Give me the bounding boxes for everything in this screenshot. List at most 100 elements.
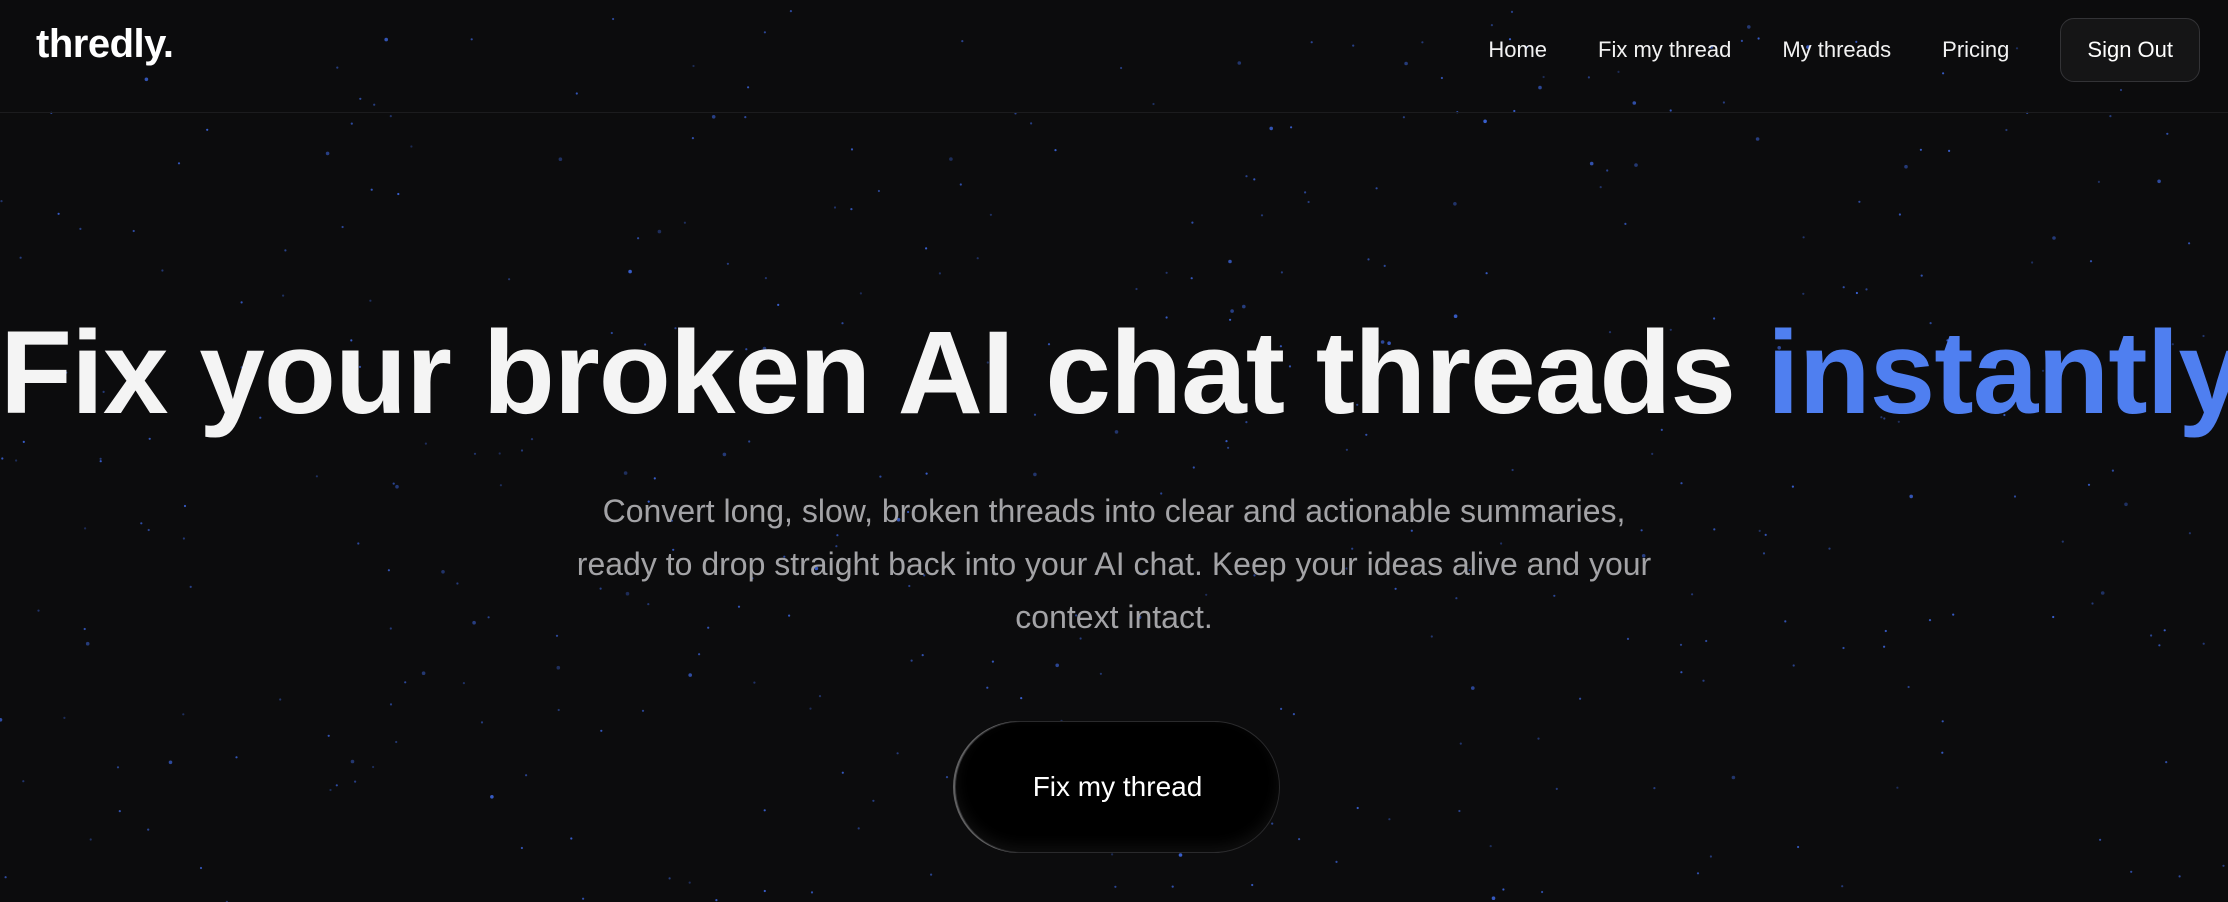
star-dot bbox=[1290, 126, 1293, 129]
star-dot bbox=[79, 227, 82, 230]
star-dot bbox=[1784, 620, 1787, 623]
star-dot bbox=[857, 827, 860, 830]
star-dot bbox=[1624, 222, 1627, 225]
star-dot bbox=[2158, 644, 2161, 647]
star-dot bbox=[441, 570, 445, 574]
star-dot bbox=[925, 247, 928, 250]
star-dot bbox=[1541, 890, 1544, 894]
star-dot bbox=[350, 759, 355, 764]
star-dot bbox=[1489, 845, 1492, 848]
star-dot bbox=[1709, 855, 1712, 858]
star-dot bbox=[653, 477, 656, 480]
nav-link-my-threads[interactable]: My threads bbox=[1782, 37, 1891, 63]
star-dot bbox=[637, 237, 640, 240]
star-dot bbox=[1280, 707, 1283, 711]
star-dot bbox=[1941, 720, 1944, 723]
star-dot bbox=[1054, 149, 1057, 152]
star-dot bbox=[2222, 864, 2225, 867]
star-dot bbox=[1855, 291, 1858, 295]
star-dot bbox=[809, 707, 812, 710]
star-dot bbox=[1269, 126, 1273, 131]
star-dot bbox=[370, 188, 373, 191]
star-dot bbox=[410, 145, 413, 148]
star-dot bbox=[1555, 787, 1558, 791]
star-dot bbox=[628, 269, 632, 274]
star-dot bbox=[1345, 448, 1348, 451]
star-dot bbox=[600, 729, 603, 732]
star-dot bbox=[1388, 818, 1391, 821]
star-dot bbox=[520, 449, 524, 452]
star-dot bbox=[161, 269, 164, 272]
star-dot bbox=[818, 695, 822, 698]
star-dot bbox=[1802, 292, 1805, 295]
star-dot bbox=[424, 442, 427, 445]
star-dot bbox=[945, 776, 949, 779]
star-dot bbox=[1896, 786, 1899, 789]
star-dot bbox=[1920, 274, 1923, 277]
sign-out-button[interactable]: Sign Out bbox=[2060, 18, 2200, 82]
star-dot bbox=[989, 213, 993, 216]
star-dot bbox=[872, 799, 875, 802]
star-dot bbox=[810, 891, 814, 894]
star-dot bbox=[0, 200, 3, 203]
nav-link-fix-my-thread[interactable]: Fix my thread bbox=[1598, 37, 1731, 63]
star-dot bbox=[1020, 697, 1023, 700]
star-dot bbox=[657, 229, 662, 234]
star-dot bbox=[1653, 787, 1656, 790]
brand-logo[interactable]: thredly. bbox=[36, 22, 174, 67]
fix-my-thread-cta-button[interactable]: Fix my thread bbox=[955, 721, 1280, 853]
star-dot bbox=[279, 698, 282, 701]
star-dot bbox=[341, 225, 344, 229]
star-dot bbox=[1260, 214, 1264, 217]
star-dot bbox=[1402, 116, 1405, 119]
star-dot bbox=[2097, 180, 2100, 183]
star-dot bbox=[1696, 872, 1700, 875]
star-dot bbox=[986, 686, 989, 689]
star-dot bbox=[1797, 845, 1800, 849]
star-dot bbox=[2091, 602, 2094, 605]
hero-subtitle: Convert long, slow, broken threads into … bbox=[576, 493, 1652, 635]
star-dot bbox=[389, 703, 393, 706]
landing-page: thredly. Home Fix my thread My threads P… bbox=[0, 0, 2228, 902]
star-dot bbox=[525, 774, 528, 777]
star-dot bbox=[1791, 485, 1794, 488]
star-dot bbox=[691, 137, 695, 140]
star-dot bbox=[395, 740, 398, 744]
star-dot bbox=[833, 206, 837, 209]
star-dot bbox=[1651, 452, 1654, 455]
star-dot bbox=[335, 784, 338, 787]
star-dot bbox=[1599, 186, 1602, 189]
star-dot bbox=[392, 482, 395, 485]
star-dot bbox=[930, 873, 933, 876]
star-dot bbox=[1884, 629, 1887, 633]
star-dot bbox=[1228, 259, 1232, 264]
star-dot bbox=[2061, 540, 2064, 543]
star-dot bbox=[877, 189, 881, 193]
star-dot bbox=[921, 654, 924, 657]
star-dot bbox=[4, 876, 7, 879]
nav-link-home[interactable]: Home bbox=[1488, 37, 1547, 63]
hero-title-accent: instantly bbox=[1766, 307, 2228, 439]
star-dot bbox=[1883, 645, 1886, 648]
star-dot bbox=[1307, 200, 1310, 204]
star-dot bbox=[168, 760, 173, 765]
star-dot bbox=[329, 788, 332, 792]
star-dot bbox=[487, 616, 490, 619]
star-dot bbox=[118, 810, 121, 813]
star-dot bbox=[2188, 532, 2191, 535]
star-dot bbox=[140, 522, 143, 525]
star-dot bbox=[206, 128, 209, 131]
star-dot bbox=[1055, 663, 1059, 668]
star-dot bbox=[508, 278, 511, 281]
star-dot bbox=[582, 897, 585, 900]
star-dot bbox=[372, 765, 375, 769]
star-dot bbox=[1691, 593, 1694, 596]
star-dot bbox=[558, 157, 563, 161]
star-dot bbox=[182, 713, 185, 716]
star-dot bbox=[1099, 672, 1102, 675]
nav-link-pricing[interactable]: Pricing bbox=[1942, 37, 2009, 63]
star-dot bbox=[177, 162, 181, 165]
star-dot bbox=[1589, 161, 1594, 166]
star-dot bbox=[2031, 261, 2034, 264]
star-dot bbox=[282, 294, 285, 297]
